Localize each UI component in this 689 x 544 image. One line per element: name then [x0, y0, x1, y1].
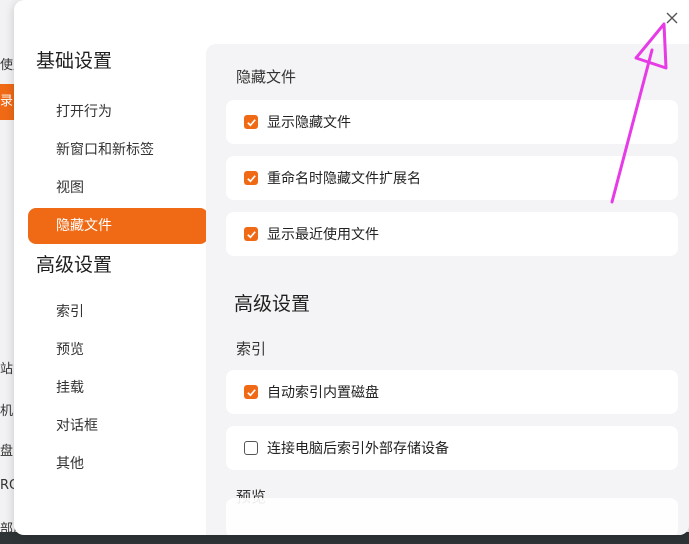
option-label: 自动索引内置磁盘 — [267, 385, 379, 401]
sidebar-item-preview[interactable]: 预览 — [28, 332, 208, 368]
checkbox-checked-icon[interactable] — [244, 227, 258, 241]
option-show-hidden-files[interactable]: 显示隐藏文件 — [226, 100, 678, 144]
option-label: 显示隐藏文件 — [267, 115, 351, 131]
option-hide-extension-on-rename[interactable]: 重命名时隐藏文件扩展名 — [226, 156, 678, 200]
settings-dialog: 基础设置 打开行为 新窗口和新标签 视图 隐藏文件 高级设置 索引 预览 挂载 … — [14, 0, 689, 535]
checkbox-unchecked-icon[interactable] — [244, 441, 258, 455]
sidebar-item-view[interactable]: 视图 — [28, 170, 208, 206]
sidebar-item-open-behavior[interactable]: 打开行为 — [28, 94, 208, 130]
option-auto-index-internal-disk[interactable]: 自动索引内置磁盘 — [226, 370, 678, 414]
sidebar-item-hidden-files[interactable]: 隐藏文件 — [28, 208, 208, 244]
option-index-external-storage[interactable]: 连接电脑后索引外部存储设备 — [226, 426, 678, 470]
close-icon — [666, 12, 678, 24]
sidebar-item-index[interactable]: 索引 — [28, 294, 208, 330]
close-button[interactable] — [662, 8, 682, 28]
option-label: 重命名时隐藏文件扩展名 — [267, 171, 421, 187]
section-title-hidden-files: 隐藏文件 — [236, 68, 297, 86]
option-label: 显示最近使用文件 — [267, 227, 379, 243]
option-preview-partial[interactable] — [226, 498, 678, 535]
checkbox-checked-icon[interactable] — [244, 171, 258, 185]
bg-text-fragment: 站 — [0, 362, 14, 377]
sidebar-item-new-window-tab[interactable]: 新窗口和新标签 — [28, 132, 208, 168]
sidebar-group-advanced: 高级设置 — [36, 254, 113, 276]
sidebar-item-dialog[interactable]: 对话框 — [28, 408, 208, 444]
section-title-advanced: 高级设置 — [234, 293, 311, 315]
sidebar-item-mount[interactable]: 挂载 — [28, 370, 208, 406]
bg-text-fragment: 机 — [0, 404, 14, 419]
settings-content[interactable]: 隐藏文件 显示隐藏文件 重命名时隐藏文件扩展名 显示最近使用文件 高级设置 索引 — [206, 44, 689, 535]
sidebar-group-basic: 基础设置 — [36, 50, 113, 72]
sidebar-item-other[interactable]: 其他 — [28, 446, 208, 482]
checkbox-checked-icon[interactable] — [244, 385, 258, 399]
checkbox-checked-icon[interactable] — [244, 115, 258, 129]
bg-text-fragment: 盘 — [0, 444, 14, 459]
settings-sidebar: 基础设置 打开行为 新窗口和新标签 视图 隐藏文件 高级设置 索引 预览 挂载 … — [28, 44, 208, 484]
option-label: 连接电脑后索引外部存储设备 — [267, 441, 449, 457]
section-title-index: 索引 — [236, 340, 267, 358]
option-show-recent-files[interactable]: 显示最近使用文件 — [226, 212, 678, 256]
